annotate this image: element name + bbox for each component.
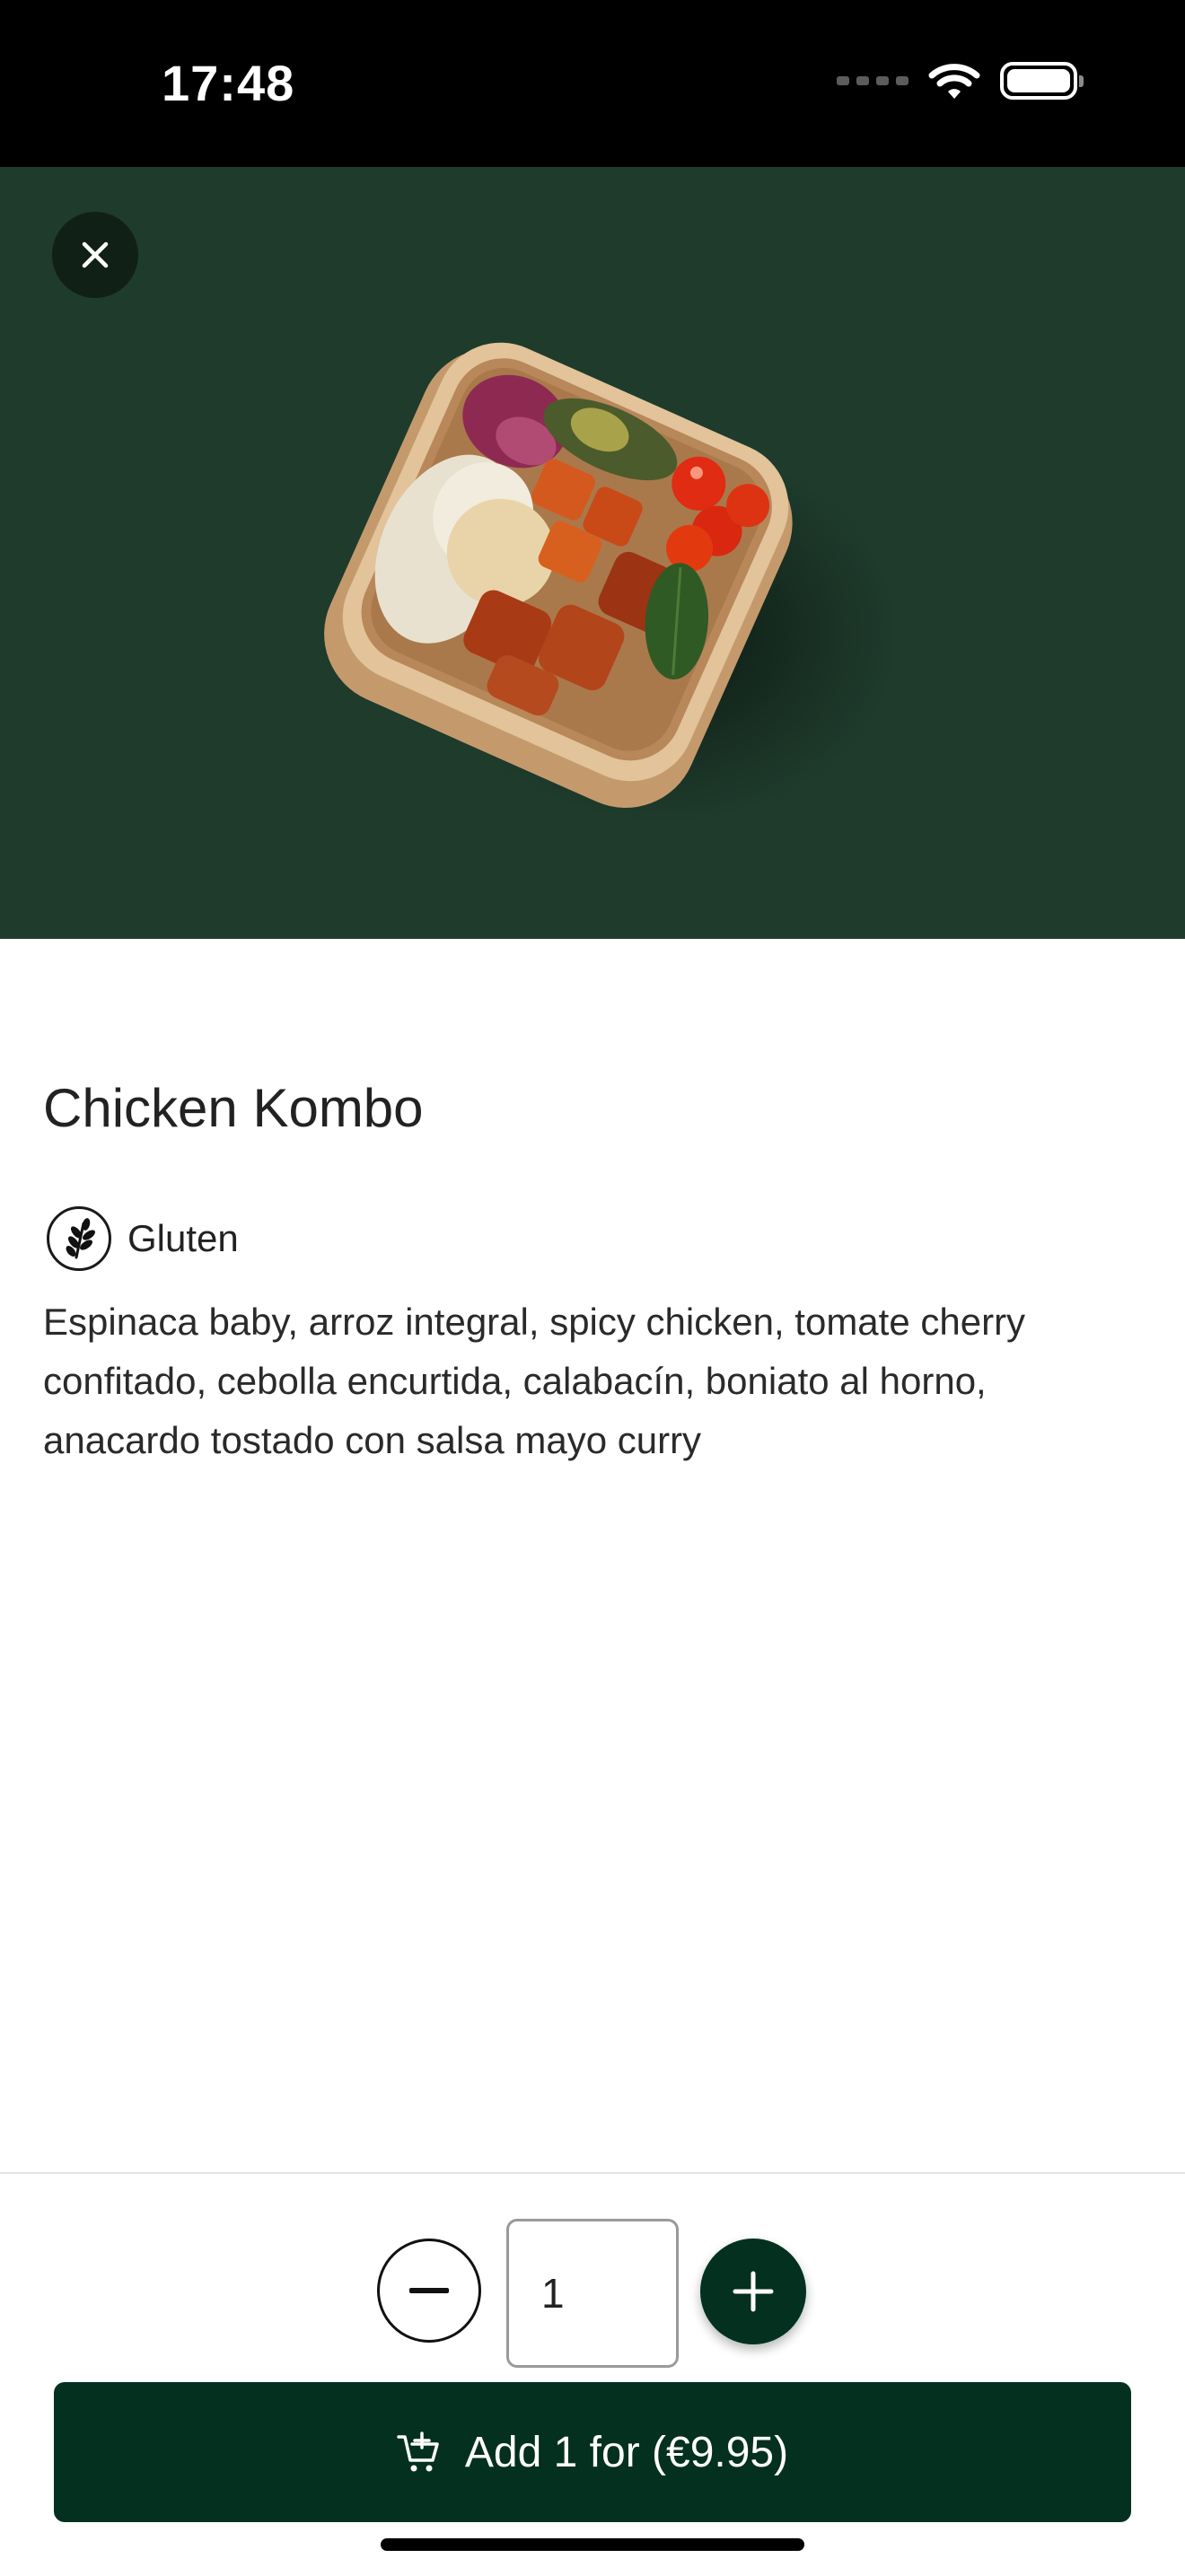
wifi-icon — [928, 64, 980, 99]
product-image — [324, 342, 898, 822]
quantity-input[interactable] — [506, 2219, 679, 2368]
order-footer: Add 1 for (€9.95) — [0, 2172, 1185, 2576]
cart-add-icon — [397, 2431, 439, 2472]
close-icon — [82, 241, 109, 268]
status-time: 17:48 — [162, 55, 295, 111]
product-description: Espinaca baby, arroz integral, spicy chi… — [43, 1301, 1026, 1461]
status-icons — [837, 61, 1084, 101]
plus-icon — [733, 2271, 774, 2312]
allergen-item-gluten: Gluten — [47, 1206, 239, 1271]
decrease-quantity-button[interactable] — [377, 2239, 481, 2343]
minus-icon — [409, 2288, 449, 2293]
status-bar: 17:48 — [0, 0, 1185, 167]
cellular-signal-icon — [837, 76, 908, 85]
wheat-icon — [47, 1206, 111, 1271]
battery-icon — [1000, 62, 1084, 100]
quantity-stepper — [0, 2197, 1185, 2368]
allergen-label: Gluten — [127, 1217, 239, 1259]
product-hero — [0, 167, 1185, 939]
close-button[interactable] — [52, 212, 138, 298]
add-to-cart-label: Add 1 for (€9.95) — [464, 2428, 789, 2476]
home-indicator[interactable] — [381, 2538, 804, 2551]
increase-quantity-button[interactable] — [700, 2239, 806, 2344]
add-to-cart-button[interactable]: Add 1 for (€9.95) — [54, 2382, 1131, 2522]
product-title: Chicken Kombo — [43, 1078, 424, 1138]
